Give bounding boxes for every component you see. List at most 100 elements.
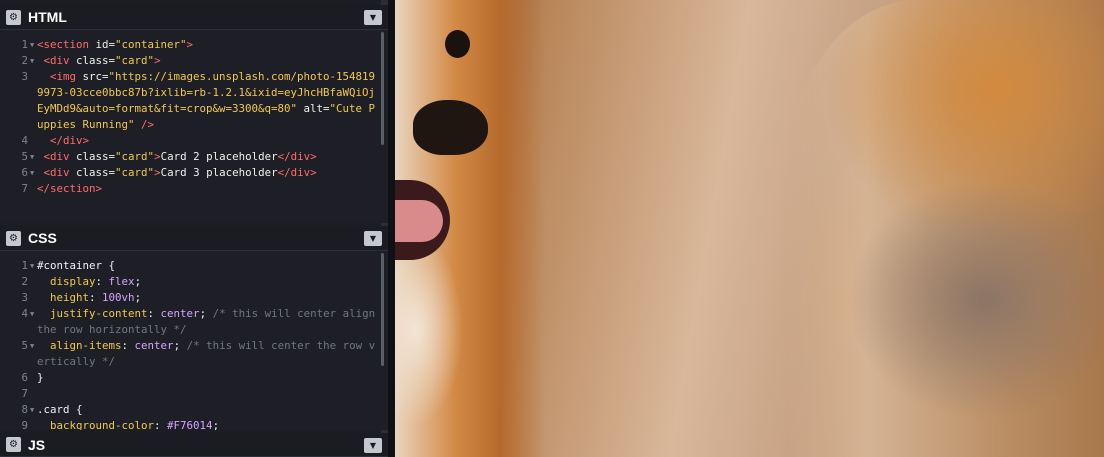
collapse-button[interactable]: ▼ (364, 438, 382, 453)
code-token: ; (134, 291, 142, 304)
css-panel: ⚙ CSS ▼ 1 ▼ #container {2 display: flex; 3 … (0, 226, 388, 430)
code-token: center (160, 307, 200, 320)
code-text: <section id="container"> (37, 37, 388, 53)
collapse-button[interactable]: ▼ (364, 10, 382, 25)
code-token: /> (134, 118, 155, 131)
code-token: > (186, 38, 194, 51)
code-line[interactable]: 4 </div> (0, 133, 388, 149)
fold-arrow-icon[interactable]: ▼ (30, 53, 37, 69)
code-line[interactable]: 6 ▼ <div class="card">Card 3 placeholder<… (0, 165, 388, 181)
line-number: 7 (21, 182, 28, 195)
code-token: id= (95, 38, 116, 51)
code-token: class= (76, 150, 116, 163)
code-token: <div (37, 54, 77, 67)
fold-arrow-icon[interactable]: ▼ (30, 306, 37, 338)
code-token: "card" (115, 166, 155, 179)
panel-title: HTML (28, 9, 67, 25)
code-line[interactable]: 7 </section> (0, 181, 388, 197)
fold-arrow-icon[interactable]: ▼ (30, 258, 37, 274)
line-number: 4 (21, 307, 28, 320)
code-token: ; (173, 339, 187, 352)
code-token: <div (37, 150, 77, 163)
css-panel-header[interactable]: ⚙ CSS ▼ (0, 226, 388, 251)
puppy-image (395, 0, 1104, 457)
code-token: "card" (115, 54, 155, 67)
code-token: : (154, 419, 168, 430)
code-line[interactable]: 4 ▼ justify-content: center; /* this will… (0, 306, 388, 338)
html-scrollbar[interactable] (381, 32, 384, 145)
code-line[interactable]: 5 ▼ align-items: center; /* this will cen… (0, 338, 388, 370)
fold-arrow-icon[interactable]: ▼ (30, 149, 37, 165)
code-line[interactable]: 6} (0, 370, 388, 386)
line-number: 1 (21, 38, 28, 51)
code-token: justify-content (37, 307, 148, 320)
code-token: class= (76, 54, 116, 67)
code-line[interactable]: 3 height: 100vh; (0, 290, 388, 306)
code-text: display: flex; (37, 274, 388, 290)
panel-title: JS (28, 436, 46, 453)
code-token: "container" (115, 38, 187, 51)
line-number: 5 (21, 339, 28, 352)
line-number: 6 (21, 371, 28, 384)
js-panel-header[interactable]: ⚙ JS ▼ (0, 433, 388, 457)
gear-icon[interactable]: ⚙ (6, 437, 21, 452)
line-number: 9 (21, 419, 28, 430)
line-number: 8 (21, 403, 28, 416)
line-number: 4 (21, 134, 28, 147)
fold-arrow-icon[interactable]: ▼ (30, 37, 37, 53)
chevron-down-icon: ▼ (369, 13, 377, 22)
fold-arrow-icon[interactable]: ▼ (30, 402, 37, 418)
code-token: #container { (37, 259, 116, 272)
chevron-down-icon: ▼ (369, 441, 377, 450)
code-token: </div> (37, 134, 90, 147)
code-text: <img src="https://images.unsplash.com/ph… (37, 69, 388, 133)
code-token: align-items (37, 339, 122, 352)
gear-icon[interactable]: ⚙ (6, 9, 21, 25)
line-number: 2 (21, 275, 28, 288)
code-token: <div (37, 166, 77, 179)
code-line[interactable]: 1 ▼ <section id="container"> (0, 37, 388, 53)
right-puppy (785, 0, 1104, 457)
code-token: src= (82, 70, 109, 83)
gear-icon[interactable]: ⚙ (6, 230, 21, 246)
code-token: 100vh (102, 291, 135, 304)
code-token: display (37, 275, 96, 288)
code-token: background-color (37, 419, 155, 430)
code-token: <section (37, 38, 96, 51)
html-code-editor[interactable]: 1 ▼ <section id="container"> 2 ▼ <div class=… (0, 30, 388, 223)
code-line[interactable]: 2 display: flex; (0, 274, 388, 290)
js-panel: ⚙ JS ▼ (0, 433, 388, 457)
code-text: background-color: #F76014; (37, 418, 388, 430)
css-scrollbar[interactable] (381, 253, 384, 366)
code-text: </div> (37, 133, 388, 149)
puppy-nose (413, 100, 488, 155)
line-number: 3 (21, 291, 28, 304)
chevron-down-icon: ▼ (369, 234, 377, 243)
code-text: justify-content: center; /* this will ce… (37, 306, 388, 338)
html-panel-header[interactable]: ⚙ HTML ▼ (0, 5, 388, 30)
code-text: <div class="card">Card 3 placeholder</di… (37, 165, 388, 181)
fold-arrow-icon[interactable]: ▼ (30, 165, 37, 181)
code-line[interactable]: 2 ▼ <div class="card"> (0, 53, 388, 69)
code-token: .card { (37, 403, 83, 416)
code-line[interactable]: 8 ▼ .card { (0, 402, 388, 418)
code-line[interactable]: 7 (0, 386, 388, 402)
code-line[interactable]: 1 ▼ #container { (0, 258, 388, 274)
code-line[interactable]: 5 ▼ <div class="card">Card 2 placeholder<… (0, 149, 388, 165)
preview-pane[interactable] (395, 0, 1104, 457)
line-number: 6 (21, 166, 28, 179)
fold-arrow-icon[interactable]: ▼ (30, 338, 37, 370)
code-token: : (121, 339, 135, 352)
css-code-editor[interactable]: 1 ▼ #container {2 display: flex; 3 height: … (0, 251, 388, 430)
code-text: .card { (37, 402, 388, 418)
code-token: : (147, 307, 161, 320)
code-token: center (134, 339, 174, 352)
code-line[interactable]: 3 <img src="https://images.unsplash.com/… (0, 69, 388, 133)
editor-column: ⚙ HTML ▼ 1 ▼ <section id="container"> 2 ▼ <d… (0, 0, 388, 457)
collapse-button[interactable]: ▼ (364, 231, 382, 246)
code-line[interactable]: 9 background-color: #F76014; (0, 418, 388, 430)
